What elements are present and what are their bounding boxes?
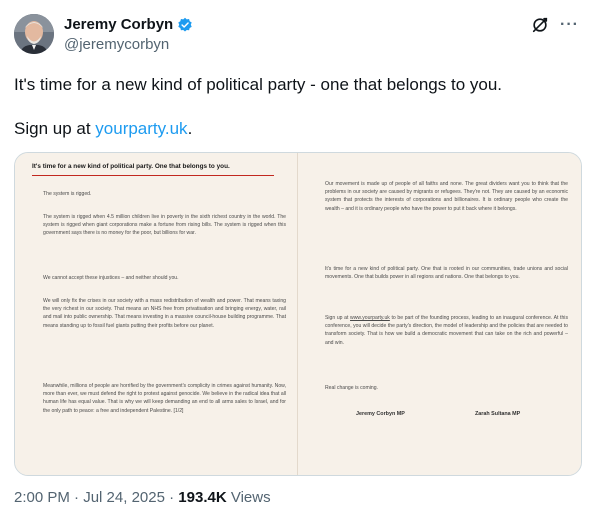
tweet-line-2: Sign up at yourparty.uk.	[14, 118, 584, 140]
author-handle[interactable]: @jeremycorbyn	[64, 36, 193, 53]
author-block: Jeremy Corbyn @jeremycorbyn	[64, 16, 193, 53]
tweet-text: It's time for a new kind of political pa…	[14, 74, 584, 140]
tweet-line-2-suffix: .	[187, 119, 193, 138]
tweet-line-1: It's time for a new kind of political pa…	[14, 75, 503, 94]
doc-signup-link: www.yourparty.uk	[350, 315, 390, 321]
tweet-date[interactable]: Jul 24, 2025	[83, 489, 165, 506]
doc-left-paragraph: The system is rigged when 4.5 million ch…	[43, 214, 286, 237]
doc-left-paragraph: We will only fix the crises in our socie…	[43, 298, 286, 329]
views-count: 193.4K	[178, 489, 227, 506]
signatory-name: Jeremy Corbyn MP	[356, 411, 405, 417]
tweet-line-2-prefix: Sign up at	[14, 119, 96, 138]
tweet-time[interactable]: 2:00 PM	[14, 489, 70, 506]
document-page-left: It's time for a new kind of political pa…	[15, 153, 298, 475]
doc-left-paragraph: The system is rigged.	[43, 191, 92, 197]
verified-badge-icon	[178, 17, 192, 32]
author-name[interactable]: Jeremy Corbyn	[64, 16, 173, 33]
doc-right-paragraph: It's time for a new kind of political pa…	[325, 266, 568, 281]
avatar[interactable]	[14, 14, 54, 54]
doc-left-paragraph: We cannot accept these injustices – and …	[43, 275, 179, 281]
avatar-image	[14, 14, 54, 54]
document-heading: It's time for a new kind of political pa…	[32, 163, 274, 176]
tweet-header: Jeremy Corbyn @jeremycorbyn ···	[14, 12, 581, 56]
meta-separator: ·	[74, 489, 80, 506]
more-icon[interactable]: ···	[560, 16, 579, 34]
doc-right-signup-paragraph: Sign up at www.yourparty.uk to be part o…	[325, 314, 568, 347]
views-label: Views	[230, 489, 271, 506]
document-page-right: Our movement is made up of people of all…	[298, 153, 581, 475]
tweet-meta: 2:00 PM · Jul 24, 2025 · 193.4K Views	[14, 489, 271, 506]
meta-separator: ·	[169, 489, 175, 506]
attached-image[interactable]: It's time for a new kind of political pa…	[14, 152, 582, 476]
doc-right-paragraph: Our movement is made up of people of all…	[325, 181, 568, 212]
yourparty-link[interactable]: yourparty.uk	[95, 119, 187, 138]
signatory-name: Zarah Sultana MP	[475, 411, 521, 417]
doc-right-paragraph: Real change is coming.	[325, 385, 378, 391]
doc-left-paragraph: Meanwhile, millions of people are horrif…	[43, 383, 286, 414]
signup-prefix: Sign up at	[325, 315, 351, 321]
grok-icon[interactable]	[531, 16, 549, 34]
